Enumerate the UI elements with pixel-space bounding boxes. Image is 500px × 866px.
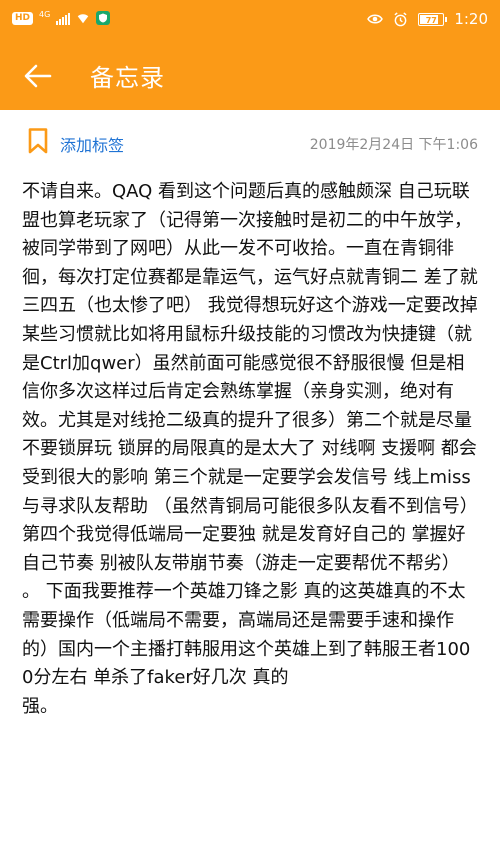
note-content[interactable]: 不请自来。QAQ 看到这个问题后真的感触颇深 自己玩联盟也算老玩家了（记得第一次… xyxy=(22,178,480,721)
note-timestamp: 2019年2月24日 下午1:06 xyxy=(309,137,478,153)
status-bar-left: HD 4G xyxy=(12,9,111,25)
network-type-label: 4G xyxy=(39,9,51,19)
battery-icon: 77 xyxy=(418,12,448,26)
status-bar: HD 4G 77 1:20 xyxy=(0,0,500,40)
battery-level: 77 xyxy=(425,15,437,25)
add-tag-link[interactable]: 添加标签 xyxy=(60,132,124,156)
note-body-text: 不请自来。QAQ 看到这个问题后真的感触颇深 自己玩联盟也算老玩家了（记得第一次… xyxy=(22,181,478,689)
note-body-tail: 强。 xyxy=(22,695,58,717)
status-bar-right: 77 1:20 xyxy=(367,10,488,28)
bookmark-icon[interactable] xyxy=(28,128,48,154)
alarm-icon xyxy=(394,11,407,26)
clock-time: 1:20 xyxy=(454,10,488,28)
back-button[interactable] xyxy=(22,60,54,92)
page-title: 备忘录 xyxy=(90,64,165,92)
eye-icon xyxy=(367,14,384,24)
wifi-icon xyxy=(78,14,89,24)
signal-icon xyxy=(56,12,71,25)
app-bar: 备忘录 xyxy=(0,40,500,110)
security-shield-icon xyxy=(96,11,111,25)
arrow-left-icon xyxy=(24,64,52,88)
note-meta-row: 添加标签 2019年2月24日 下午1:06 xyxy=(0,110,500,172)
hd-icon: HD xyxy=(12,11,34,25)
